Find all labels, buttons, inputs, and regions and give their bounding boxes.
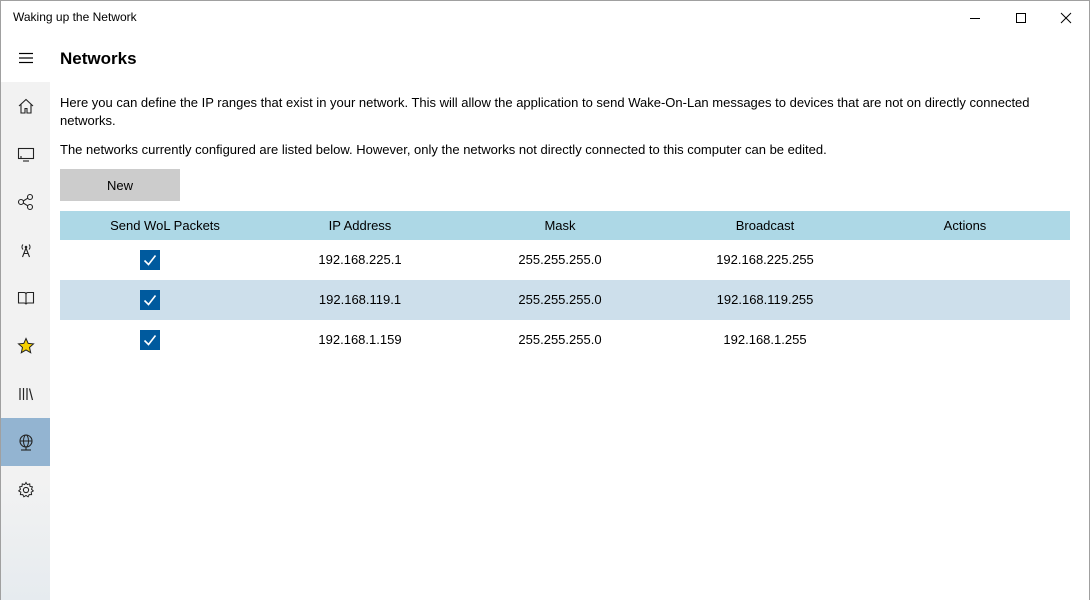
column-header-mask[interactable]: Mask	[460, 211, 660, 240]
table-row: 192.168.119.1 255.255.255.0 192.168.119.…	[60, 280, 1070, 320]
networks-table: Send WoL Packets IP Address Mask Broadca…	[60, 211, 1070, 360]
column-header-ip-address[interactable]: IP Address	[260, 211, 460, 240]
hamburger-menu-button[interactable]	[1, 34, 50, 82]
broadcast-cell: 192.168.225.255	[716, 252, 814, 267]
globe-network-icon	[18, 434, 33, 451]
send-wol-checkbox[interactable]	[140, 330, 160, 350]
checkmark-icon	[143, 295, 157, 306]
hamburger-menu-icon	[18, 52, 33, 64]
main-content: Networks Here you can define the IP rang…	[50, 34, 1089, 600]
table-row: 192.168.225.1 255.255.255.0 192.168.225.…	[60, 240, 1070, 280]
actions-cell	[865, 280, 1065, 320]
description-paragraph-2: The networks currently configured are li…	[60, 142, 827, 157]
nav-networks[interactable]	[1, 418, 50, 466]
new-network-button[interactable]: New	[60, 169, 180, 201]
app-window: Waking up the Network Networks Here you …	[0, 0, 1090, 600]
nav-favorites[interactable]	[1, 322, 50, 370]
title-bar: Waking up the Network	[1, 1, 1089, 34]
send-wol-checkbox[interactable]	[140, 250, 160, 270]
column-header-send-wol[interactable]: Send WoL Packets	[60, 211, 270, 240]
column-header-actions[interactable]: Actions	[865, 211, 1065, 240]
nav-wireless[interactable]	[1, 226, 50, 274]
maximize-button[interactable]	[998, 1, 1044, 34]
nav-devices[interactable]	[1, 130, 50, 178]
ip-address-cell: 192.168.1.159	[318, 332, 402, 347]
mask-cell: 255.255.255.0	[518, 332, 602, 347]
mask-cell: 255.255.255.0	[518, 292, 602, 307]
column-header-broadcast[interactable]: Broadcast	[665, 211, 865, 240]
nav-home[interactable]	[1, 82, 50, 130]
monitor-icon	[17, 147, 34, 162]
actions-cell	[865, 320, 1065, 360]
broadcast-cell: 192.168.1.255	[723, 332, 807, 347]
table-row: 192.168.1.159 255.255.255.0 192.168.1.25…	[60, 320, 1070, 360]
minimize-button[interactable]	[952, 1, 998, 34]
ip-address-cell: 192.168.119.1	[318, 292, 402, 307]
mask-cell: 255.255.255.0	[518, 252, 602, 267]
book-icon	[17, 291, 34, 305]
minimize-icon	[970, 17, 980, 19]
send-wol-checkbox[interactable]	[140, 290, 160, 310]
nav-documentation[interactable]	[1, 274, 50, 322]
checkmark-icon	[143, 255, 157, 266]
navigation-sidebar	[1, 34, 50, 600]
network-nodes-icon	[17, 193, 33, 211]
nav-settings[interactable]	[1, 466, 50, 514]
window-title: Waking up the Network	[13, 10, 137, 24]
close-button[interactable]	[1043, 1, 1089, 34]
description-paragraph-1: Here you can define the IP ranges that e…	[60, 95, 1030, 128]
actions-cell	[865, 240, 1065, 280]
maximize-icon	[1016, 12, 1026, 23]
table-header: Send WoL Packets IP Address Mask Broadca…	[60, 211, 1070, 240]
star-icon	[16, 337, 35, 354]
broadcast-cell: 192.168.119.255	[716, 292, 814, 307]
settings-gear-icon	[17, 481, 34, 498]
home-icon	[18, 98, 33, 114]
nav-topology[interactable]	[1, 178, 50, 226]
page-title: Networks	[60, 49, 137, 68]
ip-address-cell: 192.168.225.1	[318, 252, 402, 267]
checkmark-icon	[143, 335, 157, 346]
close-icon	[1060, 12, 1072, 23]
nav-library[interactable]	[1, 370, 50, 418]
library-icon	[18, 388, 33, 401]
antenna-icon	[20, 244, 31, 258]
